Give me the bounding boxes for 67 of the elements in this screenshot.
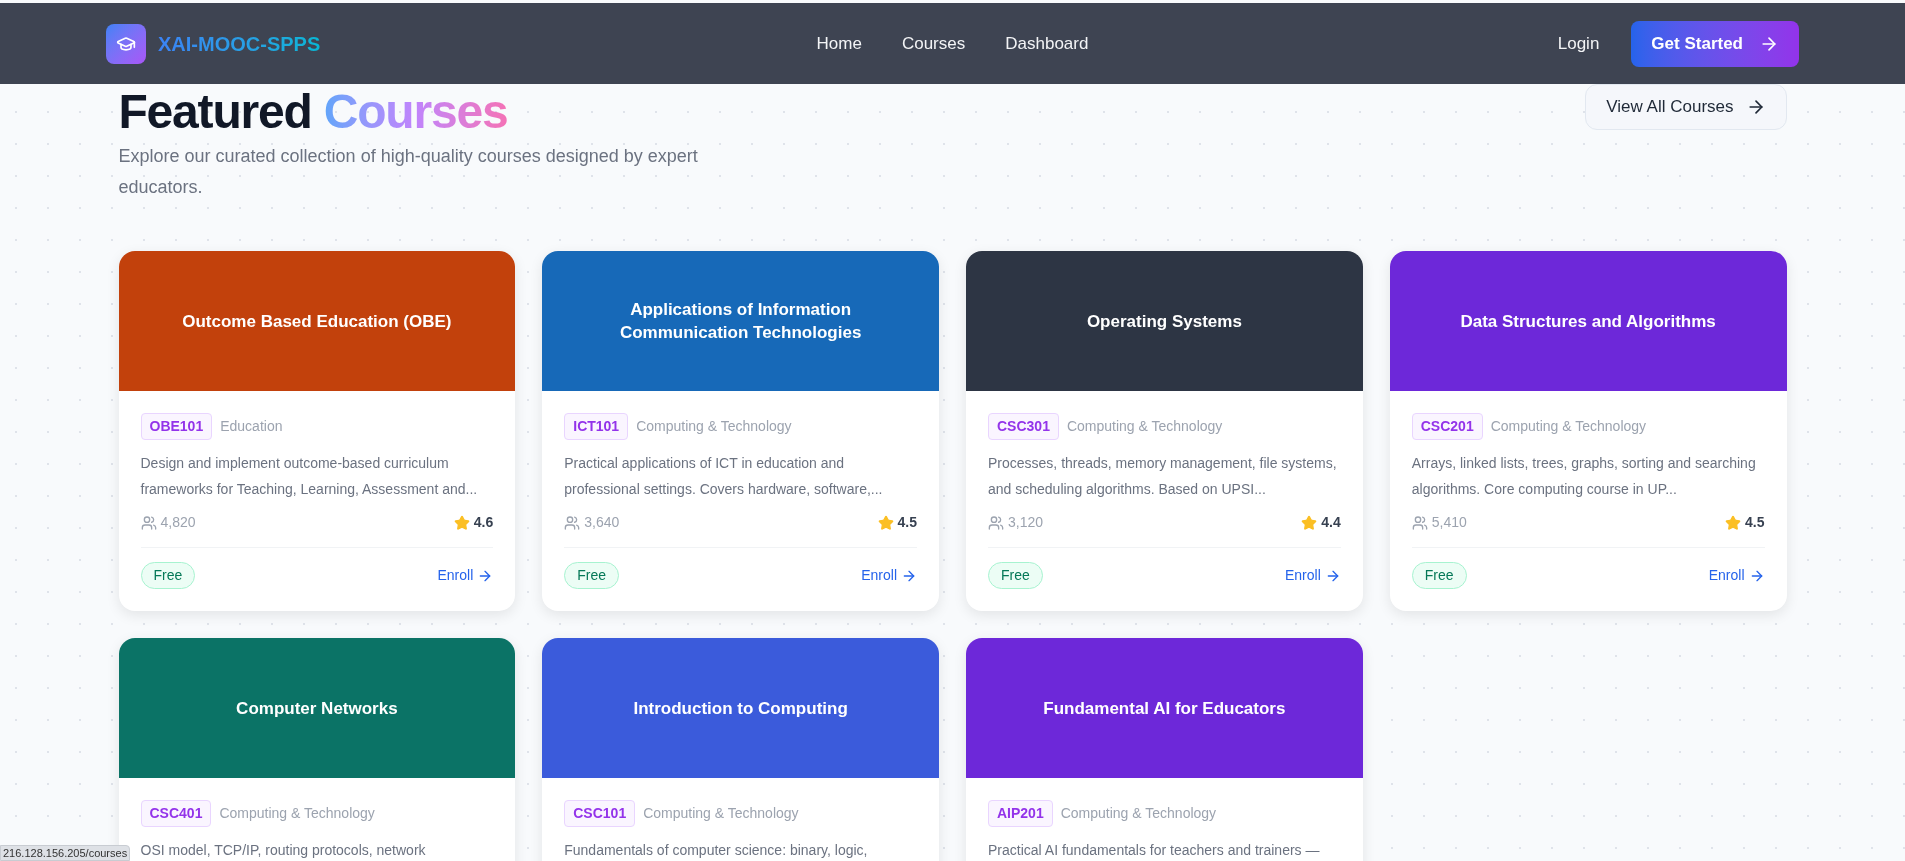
course-card[interactable]: Introduction to Computing CSC101 Computing & Technology Fundamentals of computer science: binary, logic,	[542, 638, 939, 861]
course-rating: 4.5	[1745, 513, 1765, 532]
course-category: Computing & Technology	[1060, 804, 1217, 823]
login-link[interactable]: Login	[1557, 30, 1600, 57]
course-code-tag: CSC401	[140, 800, 212, 827]
course-code-tag: CSC101	[564, 800, 636, 827]
student-count: 4,820	[160, 513, 196, 532]
course-code-tag: AIP201	[988, 800, 1053, 827]
course-rating: 4.4	[1321, 513, 1341, 532]
course-title: Computer Networks	[236, 697, 398, 720]
enroll-link[interactable]: Enroll	[1708, 565, 1765, 586]
course-card[interactable]: Outcome Based Education (OBE) OBE101 Education Design and implement outcome-based curriculum frameworks for Teaching, Learning, Assessment and... 4,820 4.6 Free Enroll	[118, 251, 516, 611]
course-category: Education	[220, 417, 283, 436]
course-card[interactable]: Data Structures and Algorithms CSC201 Computing & Technology Arrays, linked lists, trees, graphs, sorting and searching algorithms. Core computing course in UP... 5,410 4.5 Free Enroll	[1389, 251, 1787, 611]
users-icon	[1411, 514, 1428, 531]
course-card[interactable]: Fundamental AI for Educators AIP201 Computing & Technology Practical AI fundamentals for teachers and trainers —	[966, 638, 1363, 861]
course-card[interactable]	[542, 251, 939, 611]
course-description: Processes, threads, memory management, file systems, and scheduling algorithms. Based on UPSI...	[988, 454, 1338, 499]
status-bar-url: 216.128.156.205/courses	[0, 845, 131, 861]
course-card[interactable]: Operating Systems CSC301 Computing & Technology Processes, threads, memory management, file systems, and scheduling algorithms. Based on UPSI... 3,120 4.4 Free Enroll	[966, 251, 1363, 611]
course-description: Arrays, linked lists, trees, graphs, sorting and searching algorithms. Core computing course in UP...	[1411, 454, 1757, 499]
view-all-courses-button[interactable]: View All Courses	[1585, 84, 1787, 130]
course-title: Applications of Information Communication Technologies	[618, 299, 863, 344]
course-description: OSI model, TCP/IP, routing protocols, network	[140, 841, 427, 860]
nav-link[interactable]: Home	[816, 30, 862, 57]
get-started-button[interactable]: Get Started	[1631, 20, 1799, 67]
course-category: Computing & Technology	[219, 804, 375, 823]
users-icon	[988, 514, 1004, 531]
graduation-cap-icon[interactable]	[106, 23, 146, 64]
course-title: Operating Systems	[1086, 310, 1242, 333]
nav-link[interactable]: Courses	[901, 30, 966, 57]
users-icon	[564, 514, 581, 531]
course-description: Practical applications of ICT in education and professional settings. Covers hardware, software,...	[564, 454, 884, 499]
course-code-tag: CSC201	[1411, 413, 1483, 440]
star-icon	[1725, 514, 1742, 531]
course-code-tag: OBE101	[140, 413, 213, 440]
users-icon	[140, 514, 157, 531]
student-count: 5,410	[1431, 513, 1467, 532]
course-category: Computing & Technology	[636, 417, 792, 436]
course-description: Fundamentals of computer science: binary, logic,	[564, 841, 869, 860]
section-subtitle: Explore our curated collection of high-quality courses designed by expert educators.	[118, 145, 699, 199]
price-tag: Free	[564, 562, 620, 589]
enroll-link[interactable]: Enroll	[861, 565, 917, 586]
course-title: Fundamental AI for Educators	[1043, 697, 1286, 720]
price-tag: Free	[988, 562, 1043, 589]
nav-link[interactable]: Dashboard	[1005, 30, 1089, 57]
student-count: 3,640	[584, 513, 620, 532]
enroll-link[interactable]: Enroll	[1284, 565, 1341, 586]
price-tag: Free	[140, 562, 196, 589]
price-tag: Free	[1411, 562, 1467, 589]
star-icon	[1301, 514, 1318, 531]
course-description: Practical AI fundamentals for teachers and trainers —	[988, 841, 1321, 860]
course-category: Computing & Technology	[643, 804, 799, 823]
course-description: Design and implement outcome-based curriculum frameworks for Teaching, Learning, Assessment and...	[140, 454, 479, 499]
course-category: Computing & Technology	[1490, 417, 1647, 436]
course-title: Data Structures and Algorithms	[1460, 310, 1716, 333]
course-category: Computing & Technology	[1066, 417, 1223, 436]
course-title: Introduction to Computing	[633, 697, 848, 720]
enroll-link[interactable]: Enroll	[437, 565, 494, 586]
student-count: 3,120	[1008, 513, 1044, 532]
star-icon	[453, 514, 470, 531]
course-title: Outcome Based Education (OBE)	[182, 310, 452, 333]
course-code-tag: CSC301	[988, 413, 1059, 440]
course-code-tag: ICT101	[564, 413, 629, 440]
star-icon	[877, 514, 894, 531]
course-rating: 4.5	[897, 513, 917, 532]
course-rating: 4.6	[473, 513, 494, 532]
